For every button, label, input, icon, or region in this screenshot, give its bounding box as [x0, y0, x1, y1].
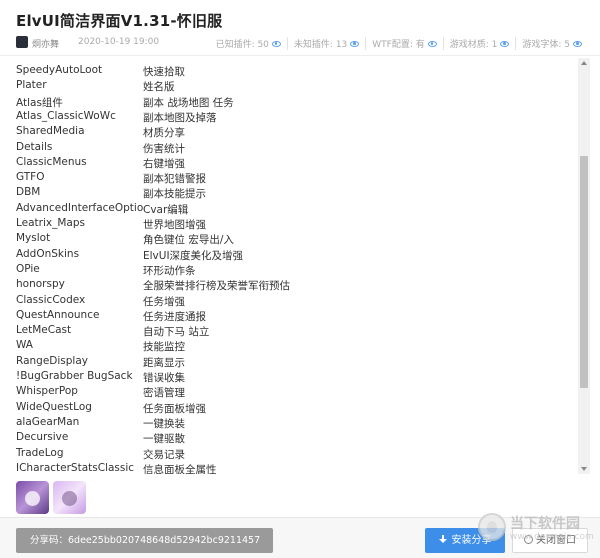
addon-description: 任务进度通报 [143, 310, 206, 323]
addon-name: Leatrix_Maps [16, 217, 86, 229]
addon-description: ElvUI深度美化及增强 [143, 249, 244, 262]
addon-description: 副本技能提示 [143, 188, 206, 201]
stat-game-fonts[interactable]: 游戏字体: 5 [515, 37, 588, 50]
addon-name: OPie [16, 262, 40, 275]
addon-description: 交易记录 [143, 448, 185, 461]
eye-icon[interactable] [427, 40, 437, 47]
addon-name: ICharacterStatsClassic [16, 461, 135, 474]
eye-icon[interactable] [573, 40, 582, 47]
addon-name: SpeedyAutoLoot [16, 64, 103, 76]
addon-name: !BugGrabber BugSack [16, 370, 133, 382]
addon-description: 副本 战场地图 任务 [143, 96, 234, 109]
watermark-text: 当下软件园 [510, 516, 580, 532]
addon-description: 伤害统计 [143, 142, 185, 155]
addon-description: 世界地图增强 [143, 219, 206, 231]
addon-description: Cvar编辑 [143, 203, 189, 216]
addon-description: 自动下马 站立 [143, 326, 210, 339]
addon-name: WideQuestLog [16, 400, 92, 413]
eye-icon[interactable] [350, 40, 360, 47]
addon-name: Details [16, 140, 53, 153]
watermark-url: www.downxia.com [510, 532, 594, 542]
page-title: ElvUI简洁界面V1.31-怀旧服 [16, 12, 223, 30]
addon-description: 技能监控 [143, 341, 185, 354]
addon-description: 错误收集 [143, 372, 185, 384]
addon-description: 全服荣誉排行榜及荣誉军衔预估 [143, 280, 290, 293]
addon-description: 副本地图及掉落 [143, 111, 217, 124]
addon-name: AddOnSkins [16, 247, 80, 260]
addon-description: 右键增强 [143, 157, 185, 170]
addon-name: TradeLog [16, 446, 64, 459]
watermark-logo: 当下软件园 www.downxia.com [478, 509, 594, 553]
addon-description: 密语管理 [143, 387, 185, 400]
addon-description: 姓名版 [143, 81, 175, 94]
addon-name: alaGearMan [16, 415, 80, 428]
screenshot-thumbnails [16, 481, 86, 515]
addon-description: 一键换装 [143, 417, 185, 430]
addon-name: Atlas组件 [16, 96, 63, 109]
stat-wtf-config[interactable]: WTF配置: 有 [365, 37, 442, 50]
meta-bar: 炯亦舞 2020-10-19 19:00 已知插件: 50 未知插件: 13 W… [16, 36, 588, 50]
addon-name: Myslot [16, 232, 51, 245]
stat-game-textures[interactable]: 游戏材质: 1 [442, 37, 516, 50]
addon-description: 材质分享 [143, 127, 185, 140]
publish-date: 2020-10-19 19:00 [78, 37, 160, 47]
addon-name: ClassicCodex [16, 293, 86, 306]
addon-name: WA [16, 339, 33, 352]
scrollbar[interactable] [578, 58, 590, 474]
addon-name: honorspy [16, 278, 65, 291]
addon-list[interactable]: SpeedyAutoLoot 快速拾取 Plater 姓名版 Atlas组件 副本 战场地… [0, 58, 592, 474]
addon-description: 任务面板增强 [143, 402, 206, 415]
addon-name: GTFO [16, 171, 45, 184]
addon-name: QuestAnnounce [16, 308, 100, 321]
watermark-icon [478, 513, 506, 541]
eye-icon[interactable] [500, 40, 510, 47]
addon-description: 一键驱散 [143, 433, 185, 446]
addon-name: Plater [16, 79, 47, 92]
addon-name: Atlas_ClassicWoWc [16, 109, 116, 122]
addon-description: 副本犯错警报 [143, 173, 206, 186]
stat-unknown-addons[interactable]: 未知插件: 13 [286, 37, 365, 50]
addon-name: LetMeCast [16, 324, 72, 337]
download-icon [438, 535, 447, 544]
eye-icon[interactable] [271, 40, 281, 47]
stats-bar: 已知插件: 50 未知插件: 13 WTF配置: 有 游戏材质: 1 游戏字体:… [210, 37, 588, 50]
addon-description: 信息面板全属性 [143, 463, 217, 474]
addon-name: SharedMedia [16, 125, 85, 138]
addon-name: DBM [16, 186, 41, 199]
divider [0, 55, 600, 56]
scroll-down-arrow-icon[interactable] [581, 467, 587, 471]
scrollbar-thumb[interactable] [580, 156, 588, 388]
author-name[interactable]: 炯亦舞 [32, 37, 59, 50]
scroll-up-arrow-icon[interactable] [581, 61, 587, 65]
screenshot-thumbnail[interactable] [16, 481, 49, 514]
stat-known-addons[interactable]: 已知插件: 50 [210, 37, 287, 50]
addon-name: ClassicMenus [16, 155, 87, 168]
addon-description: 角色键位 宏导出/入 [143, 234, 234, 247]
addon-description: 距离显示 [143, 356, 185, 369]
addon-name: AdvancedInterfaceOptions [16, 201, 144, 214]
addon-name: WhisperPop [16, 385, 78, 398]
addon-name: RangeDisplay [16, 354, 88, 367]
avatar [16, 36, 28, 48]
addon-description: 任务增强 [143, 295, 185, 308]
addon-name: Decursive [16, 431, 69, 444]
addon-description: 快速拾取 [143, 66, 185, 78]
addon-description: 环形动作条 [143, 264, 196, 277]
share-code-field[interactable]: 分享码：6dee25bb020748648d52942bc9211457 [16, 528, 273, 553]
screenshot-thumbnail[interactable] [53, 481, 86, 514]
